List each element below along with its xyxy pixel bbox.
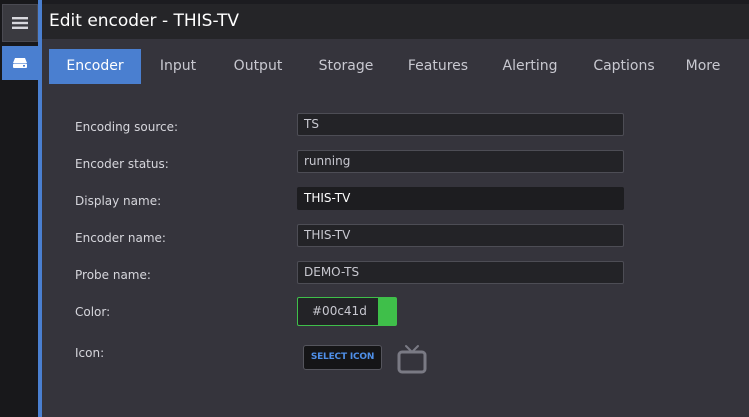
tab-encoder[interactable]: Encoder: [49, 49, 141, 84]
tab-input[interactable]: Input: [141, 49, 215, 84]
left-sidebar: [0, 0, 38, 417]
tab-more[interactable]: More: [673, 49, 733, 84]
hamburger-menu-icon: [12, 17, 28, 29]
select-icon-button[interactable]: SELECT ICON: [303, 345, 382, 370]
encoder-status-field[interactable]: running: [297, 150, 624, 173]
tab-output[interactable]: Output: [215, 49, 301, 84]
tab-features[interactable]: Features: [391, 49, 485, 84]
color-value[interactable]: #00c41d: [298, 298, 378, 325]
probe-name-field[interactable]: DEMO-TS: [297, 261, 624, 284]
color-label: Color:: [75, 305, 111, 319]
menu-button[interactable]: [2, 4, 38, 42]
app-root: Edit encoder - THIS-TV Encoder Input Out…: [0, 0, 749, 417]
icon-label: Icon:: [75, 346, 105, 360]
color-swatch[interactable]: [378, 298, 396, 325]
encoding-source-field[interactable]: TS: [297, 113, 624, 136]
page-title: Edit encoder - THIS-TV: [42, 4, 749, 39]
tab-captions[interactable]: Captions: [575, 49, 673, 84]
color-picker[interactable]: #00c41d: [297, 297, 397, 326]
encoder-name-label: Encoder name:: [75, 231, 166, 245]
encoder-status-label: Encoder status:: [75, 157, 169, 171]
display-name-input[interactable]: THIS-TV: [297, 187, 624, 210]
probe-name-label: Probe name:: [75, 268, 151, 282]
display-name-label: Display name:: [75, 194, 162, 208]
tab-alerting[interactable]: Alerting: [485, 49, 575, 84]
tv-icon: [397, 345, 427, 374]
encoder-device-icon: [13, 58, 27, 68]
edit-encoder-panel: Encoder Input Output Storage Features Al…: [42, 39, 749, 417]
encoding-source-label: Encoding source:: [75, 120, 179, 134]
encoder-name-field[interactable]: THIS-TV: [297, 224, 624, 247]
tab-storage[interactable]: Storage: [301, 49, 391, 84]
tab-bar: Encoder Input Output Storage Features Al…: [49, 49, 733, 84]
sidebar-item-encoders[interactable]: [2, 46, 38, 80]
